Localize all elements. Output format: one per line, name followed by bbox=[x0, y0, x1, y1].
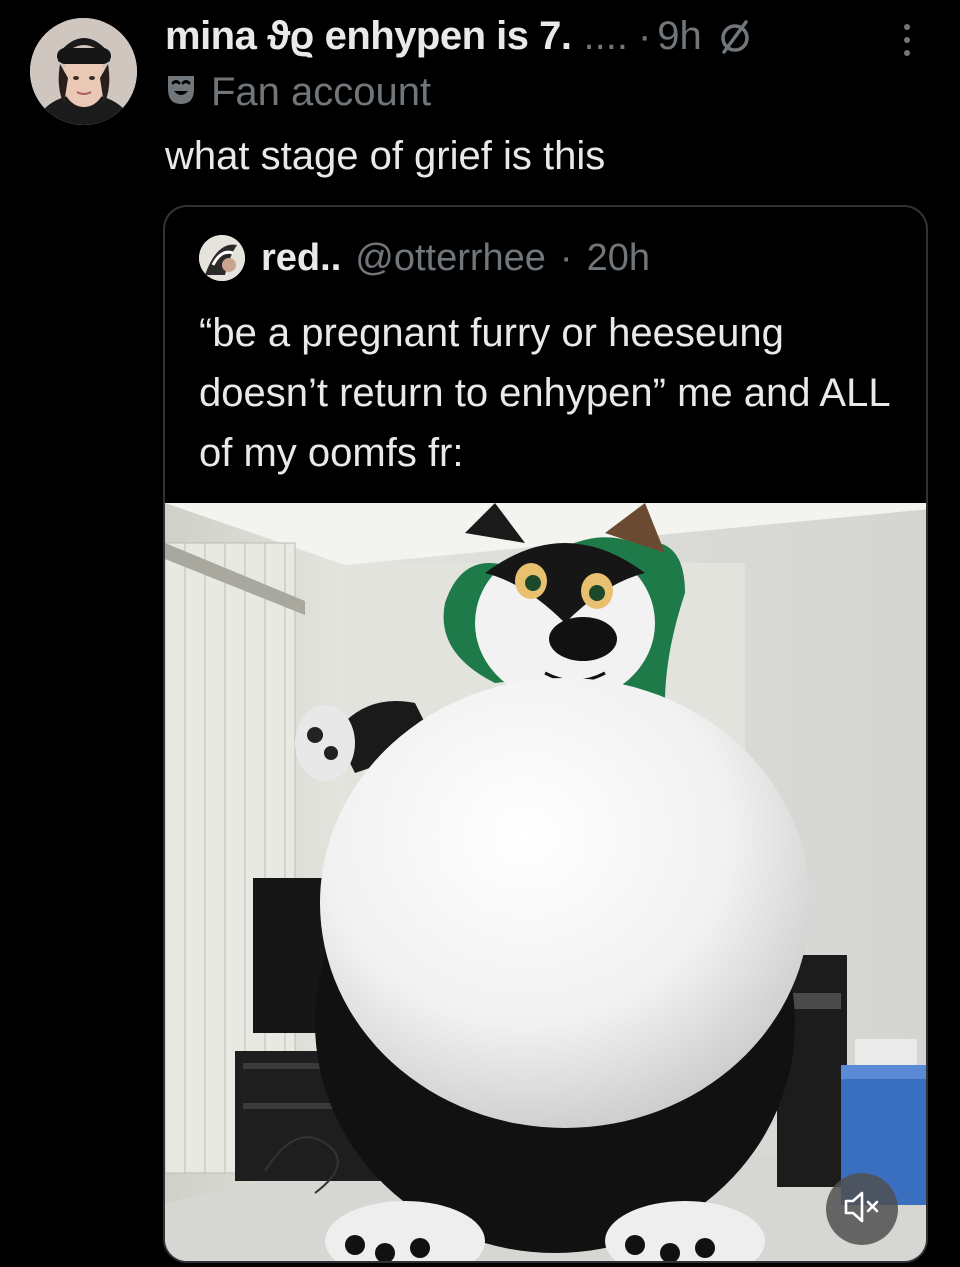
quoted-author-avatar[interactable] bbox=[199, 235, 245, 281]
video-frame bbox=[165, 503, 926, 1261]
theater-mask-icon bbox=[165, 73, 197, 112]
speaker-muted-icon bbox=[842, 1189, 882, 1230]
quoted-post-video[interactable] bbox=[165, 503, 926, 1261]
post-time[interactable]: 9h bbox=[657, 14, 702, 59]
author-display-name[interactable]: mina ϑϱ enhypen is 7. bbox=[165, 14, 572, 59]
quoted-post[interactable]: red.. @otterrhee · 20h “be a pregnant fu… bbox=[163, 205, 928, 1263]
author-avatar[interactable] bbox=[30, 18, 137, 125]
quoted-post-time[interactable]: 20h bbox=[587, 237, 650, 280]
quoted-time-separator: · bbox=[559, 236, 573, 279]
quoted-post-header: red.. @otterrhee · 20h bbox=[199, 235, 650, 281]
quoted-post-text: “be a pregnant furry or heeseung doesn’t… bbox=[199, 311, 890, 475]
time-separator: · bbox=[637, 13, 652, 58]
post-header: mina ϑϱ enhypen is 7. .... · 9h bbox=[165, 10, 752, 62]
account-label: Fan account bbox=[165, 70, 431, 115]
quoted-author-display-name[interactable]: red.. bbox=[261, 237, 341, 280]
quoted-author-handle[interactable]: @otterrhee bbox=[355, 237, 546, 280]
name-ellipsis: .... bbox=[583, 13, 628, 58]
mute-button[interactable] bbox=[826, 1173, 898, 1245]
more-options-icon[interactable] bbox=[895, 20, 919, 60]
account-label-text: Fan account bbox=[211, 70, 432, 114]
circle-slash-icon bbox=[718, 16, 752, 56]
post-text: what stage of grief is this bbox=[165, 134, 606, 178]
